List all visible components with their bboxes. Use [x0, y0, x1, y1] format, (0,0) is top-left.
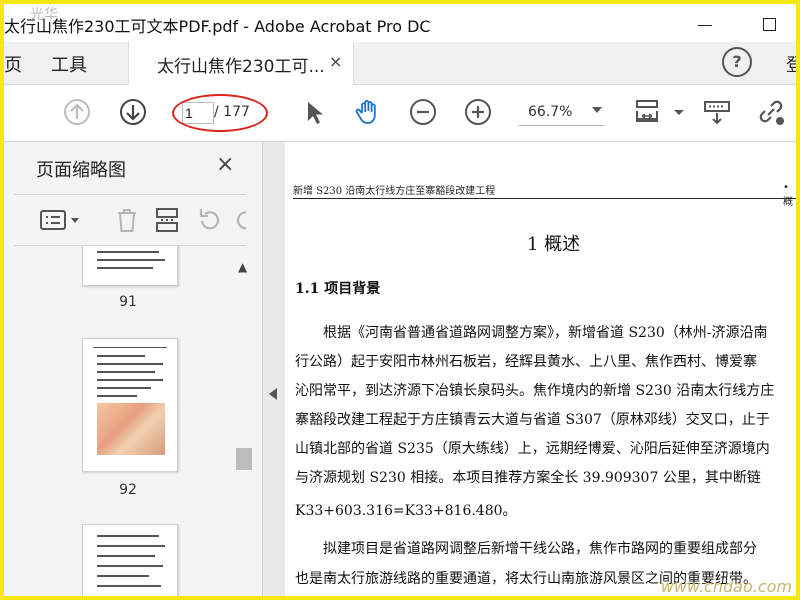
thumbnail-page-number: 92 [119, 482, 137, 498]
thumbnail-panel: 页面缩略图 × 91 92 ▲ [4, 142, 263, 600]
share-link-icon[interactable] [756, 97, 786, 127]
thumbnail-list: 91 92 [4, 246, 232, 600]
header-rule [293, 198, 796, 199]
body-line: 沁阳常平，到达济源下冶镇长泉码头。焦作境内的新增 S230 沿南太行线方庄 [295, 383, 775, 399]
delete-page-icon[interactable] [112, 205, 142, 235]
zoom-in-icon[interactable] [463, 97, 493, 127]
title-bar: 太行山焦作230工可文本PDF.pdf - Adobe Acrobat Pro … [4, 4, 796, 42]
previous-page-icon[interactable] [62, 97, 92, 127]
panel-close-icon[interactable]: × [216, 152, 234, 177]
page-thumbnail[interactable] [82, 246, 178, 286]
body-line: 拟建项目是省道路网调整后新增干线公路，焦作市路网的重要组成部分 [295, 541, 757, 557]
menu-bar: 页 工具 太行山焦作230工可... × ? 登 [4, 42, 800, 85]
login-button[interactable]: 登 [786, 51, 800, 77]
tab-close-icon[interactable]: × [329, 52, 342, 71]
collapse-arrow-icon [269, 388, 277, 400]
body-line: 行公路）起于安阳市林州石板岩，经辉县黄水、上八里、焦作西村、博爱寨 [295, 354, 757, 370]
page-header-text: 新增 S230 沿南太行线方庄至寨豁段改建工程 [293, 186, 496, 197]
section-heading: 1.1 项目背景 [295, 281, 381, 297]
panel-scrollbar[interactable]: ▲ [234, 252, 254, 600]
page-navigator: / 177 [172, 94, 268, 132]
page-thumbnail[interactable] [82, 524, 178, 600]
document-view[interactable]: 新增 S230 沿南太行线方庄至寨豁段改建工程 • 概 1 概述 1.1 项目背… [285, 142, 796, 600]
minimize-button[interactable] [690, 10, 718, 38]
maximize-button[interactable] [755, 10, 783, 38]
watermark: www.cndao.com [660, 577, 792, 596]
collapse-panel-strip[interactable] [263, 142, 285, 600]
page-header-right: • 概 [783, 182, 793, 208]
scroll-up-icon[interactable]: ▲ [238, 260, 247, 274]
watermark-top: 光华 [30, 7, 58, 23]
menu-tools[interactable]: 工具 [51, 51, 87, 77]
chapter-heading: 1 概述 [527, 234, 581, 255]
thumbnail-map-image [97, 403, 165, 455]
zoom-dropdown-icon [592, 107, 602, 113]
zoom-select[interactable]: 66.7% [510, 99, 606, 126]
body-line: 山镇北部的省道 S235（原大练线）上，远期经博爱、沁阳后延伸至济源境内 [295, 441, 770, 457]
body-line: K33+603.316=K33+816.480。 [295, 503, 517, 519]
page-fit-dropdown-icon[interactable] [664, 97, 684, 127]
body-line: 寨豁段改建工程起于方庄镇青云大道与省道 S307（原林邓线）交叉口，止于 [295, 412, 770, 428]
scrollbar-thumb[interactable] [236, 448, 252, 470]
menu-home[interactable]: 页 [4, 51, 22, 77]
document-tab[interactable]: 太行山焦作230工可... × [128, 42, 354, 85]
page-thumbnail[interactable] [82, 338, 178, 472]
next-page-icon[interactable] [118, 97, 148, 127]
toolbar: / 177 66.7% [4, 85, 796, 142]
zoom-out-icon[interactable] [408, 97, 438, 127]
rotate-page-icon[interactable] [194, 205, 224, 235]
options-menu-icon[interactable] [38, 205, 82, 235]
help-icon[interactable]: ? [722, 47, 752, 77]
body-line: 与济源规划 S230 相接。本项目推荐方案全长 39.909307 公里，其中断… [295, 470, 761, 486]
extract-pages-icon[interactable] [152, 205, 182, 235]
select-arrow-icon[interactable] [298, 97, 328, 127]
thumbnail-page-number: 91 [119, 294, 137, 310]
panel-title: 页面缩略图 [36, 160, 126, 181]
rotate-clockwise-icon[interactable] [232, 205, 246, 235]
hand-tool-icon[interactable] [353, 97, 383, 127]
window-title: 太行山焦作230工可文本PDF.pdf - Adobe Acrobat Pro … [4, 17, 431, 36]
document-tab-label: 太行山焦作230工可... [157, 57, 325, 77]
page-fit-icon[interactable] [632, 97, 662, 127]
zoom-value: 66.7% [528, 104, 573, 120]
body-line: 根据《河南省普通省道路网调整方案》，新增省道 S230（林州-济源沿南 [295, 325, 768, 341]
keyboard-scroll-icon[interactable] [702, 97, 732, 127]
panel-toolbar [14, 194, 246, 246]
red-highlight-oval [172, 94, 268, 132]
